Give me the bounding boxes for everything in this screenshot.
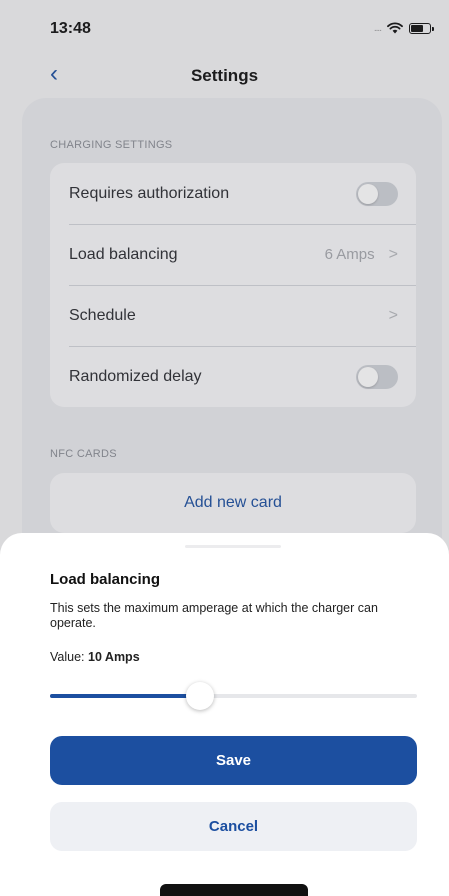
amperage-value: 10 Amps bbox=[88, 650, 140, 664]
value-prefix: Value: bbox=[50, 650, 88, 664]
sheet-title: Load balancing bbox=[50, 571, 161, 588]
slider-fill bbox=[50, 694, 201, 698]
slider-thumb[interactable] bbox=[186, 682, 215, 710]
sheet-grabber-handle[interactable] bbox=[185, 545, 281, 548]
home-indicator bbox=[160, 884, 308, 896]
cancel-button[interactable]: Cancel bbox=[50, 802, 417, 851]
sheet-description: This sets the maximum amperage at which … bbox=[50, 601, 378, 630]
save-button[interactable]: Save bbox=[50, 736, 417, 785]
load-balancing-sheet: Load balancing This sets the maximum amp… bbox=[0, 533, 449, 896]
amperage-value-line: Value: 10 Amps bbox=[50, 650, 140, 664]
amperage-slider[interactable] bbox=[50, 681, 417, 711]
